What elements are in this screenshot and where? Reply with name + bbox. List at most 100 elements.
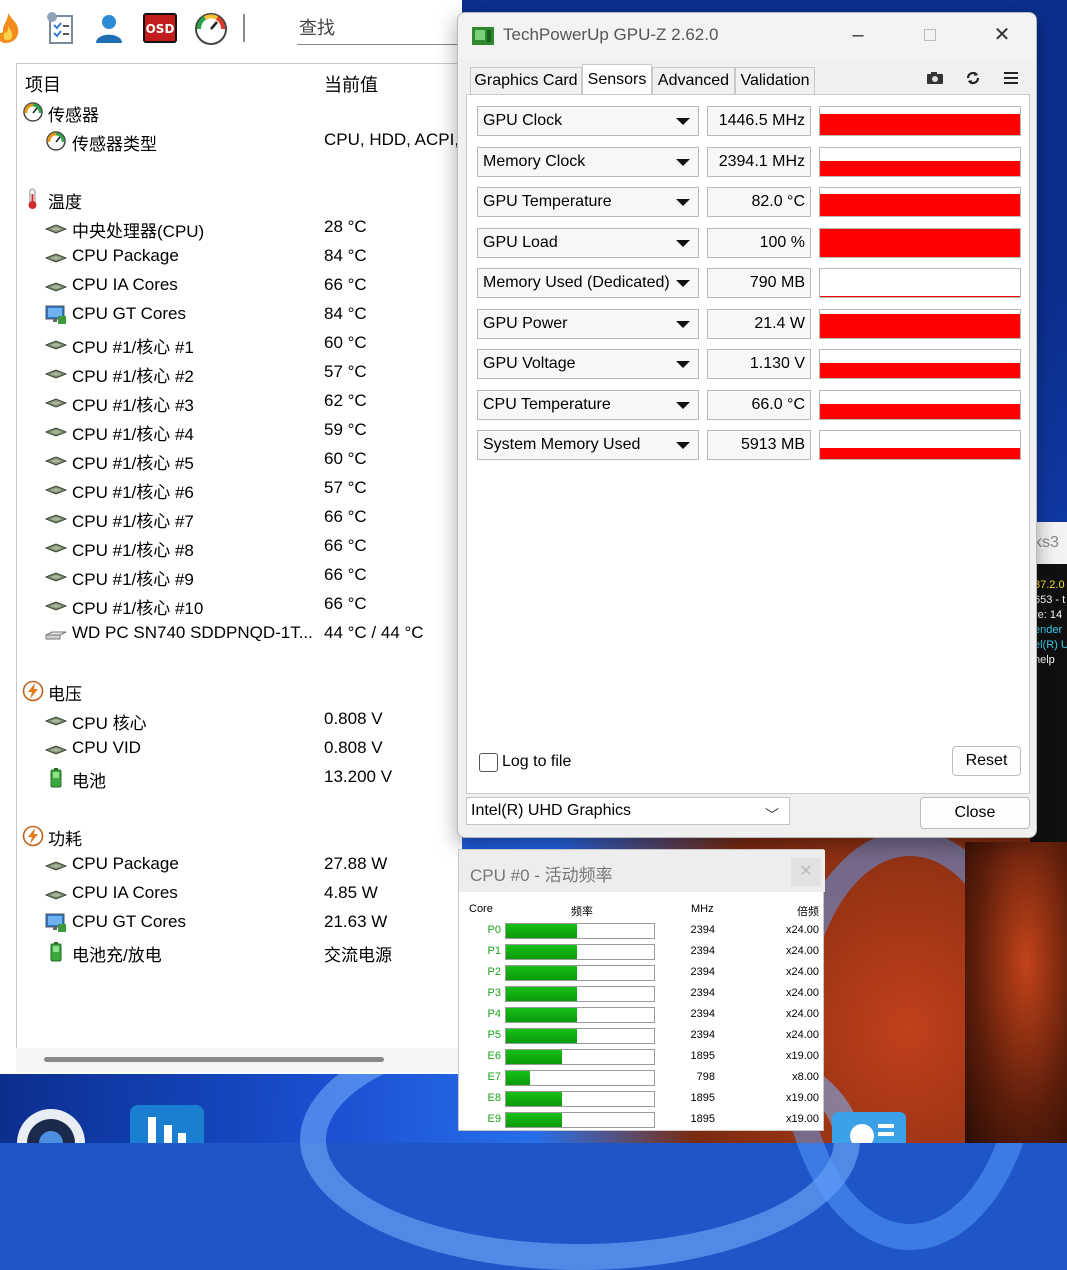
tree-item-value: 66 °C [324, 507, 367, 526]
tree-item[interactable]: CPU Package 27.88 W [17, 850, 462, 879]
tree-item-value: 13.200 V [324, 767, 393, 786]
tree-item[interactable]: CPU GT Cores 84 °C [17, 300, 462, 329]
tab-advanced[interactable]: Advanced [652, 67, 735, 95]
sensor-graph [819, 146, 1021, 177]
tree-item[interactable]: WD PC SN740 SDDPNQD-1T... 44 °C / 44 °C [17, 619, 462, 648]
monitor-icon [45, 304, 67, 326]
sensor-name-dropdown[interactable]: GPU Voltage [477, 349, 699, 379]
core-multiplier: x24.00 [785, 924, 819, 936]
tree-category[interactable]: 温度 [17, 184, 462, 213]
close-icon[interactable]: ✕ [791, 858, 821, 886]
tree-item-label: CPU GT Cores [72, 912, 186, 931]
cpu-frequency-titlebar[interactable]: CPU #0 - 活动频率 ✕ [459, 850, 825, 892]
tree-item[interactable]: 中央处理器(CPU) 28 °C [17, 213, 462, 242]
tree-item[interactable]: CPU #1/核心 #8 66 °C [17, 532, 462, 561]
tree-item[interactable]: CPU #1/核心 #9 66 °C [17, 561, 462, 590]
tree-item-label: CPU #1/核心 #8 [72, 541, 194, 560]
tree-item[interactable]: CPU #1/核心 #2 57 °C [17, 358, 462, 387]
sensor-name-dropdown[interactable]: System Memory Used [477, 430, 699, 460]
tree-item[interactable]: CPU IA Cores 4.85 W [17, 879, 462, 908]
maximize-button[interactable] [910, 21, 950, 51]
sensor-graph-fill [820, 228, 1020, 257]
tree-item[interactable]: CPU #1/核心 #7 66 °C [17, 503, 462, 532]
tree-category[interactable]: 传感器 [17, 97, 462, 126]
checklist-icon[interactable] [42, 10, 78, 46]
tree-item[interactable]: CPU 核心 0.808 V [17, 705, 462, 734]
cpu-chip-icon [44, 709, 68, 731]
tree-item-label: CPU #1/核心 #10 [72, 599, 204, 618]
osd-icon[interactable]: OSD [142, 10, 178, 46]
core-mhz: 2394 [690, 1029, 715, 1041]
horizontal-scrollbar[interactable] [16, 1048, 462, 1072]
sensor-name-dropdown[interactable]: Memory Clock [477, 146, 699, 177]
sensor-value: 2394.1 MHz [707, 146, 811, 177]
scrollbar-thumb[interactable] [44, 1057, 384, 1062]
sensor-tree[interactable]: 项目 当前值 传感器 传感器类型 CPU, HDD, ACPI, 温度 中央处理器(CP… [16, 63, 462, 1048]
tree-item[interactable]: CPU GT Cores 21.63 W [17, 908, 462, 937]
column-header-value[interactable]: 当前值 [324, 71, 378, 97]
minimize-button[interactable]: – [838, 21, 878, 51]
sensor-name-dropdown[interactable]: GPU Temperature [477, 187, 699, 217]
sensor-graph [819, 227, 1021, 258]
log-to-file-checkbox[interactable] [479, 753, 498, 772]
speedometer-icon[interactable] [193, 10, 229, 46]
tree-item[interactable]: 电池 13.200 V [17, 763, 462, 792]
cpu-chip-icon [44, 449, 68, 471]
flame-icon[interactable] [0, 10, 26, 46]
tree-item[interactable]: CPU #1/核心 #4 59 °C [17, 416, 462, 445]
sensor-row: GPU Load 100 % [477, 227, 1021, 258]
sensor-graph [819, 268, 1021, 298]
sensor-name-dropdown[interactable]: GPU Clock [477, 106, 699, 136]
core-row: P5 2394 x24.00 [459, 1026, 825, 1046]
core-frequency-fill [506, 1092, 563, 1106]
refresh-icon[interactable] [960, 67, 986, 89]
tree-item[interactable]: CPU #1/核心 #6 57 °C [17, 474, 462, 503]
gpu-select-dropdown[interactable]: Intel(R) UHD Graphics ﹀ [466, 797, 790, 825]
sensor-value: 100 % [707, 227, 811, 258]
chevron-down-icon: ﹀ [765, 807, 779, 823]
tree-item[interactable]: 电池充/放电 交流电源 [17, 937, 462, 966]
tree-item[interactable]: 传感器类型 CPU, HDD, ACPI, [17, 126, 462, 155]
sensor-name: GPU Clock [483, 112, 563, 129]
core-label: E7 [487, 1071, 501, 1083]
tree-item-value: 66 °C [324, 565, 367, 584]
sensor-name-dropdown[interactable]: Memory Used (Dedicated) [477, 268, 699, 298]
cpu-chip-icon [44, 565, 68, 587]
tree-item[interactable]: CPU Package 84 °C [17, 242, 462, 271]
tree-item-value: 59 °C [324, 420, 367, 439]
column-header-item[interactable]: 项目 [25, 71, 61, 97]
tree-item[interactable]: CPU #1/核心 #1 60 °C [17, 329, 462, 358]
tree-item-label: CPU Package [72, 854, 179, 873]
sensor-name-dropdown[interactable]: GPU Power [477, 308, 699, 339]
tree-item[interactable]: CPU #1/核心 #10 66 °C [17, 590, 462, 619]
tree-item[interactable]: CPU VID 0.808 V [17, 734, 462, 763]
reset-button[interactable]: Reset [952, 746, 1021, 776]
sensor-name-dropdown[interactable]: CPU Temperature [477, 389, 699, 420]
gpuz-window: TechPowerUp GPU-Z 2.62.0 – ✕ Graphics Ca… [457, 12, 1037, 838]
core-row: P4 2394 x24.00 [459, 1005, 825, 1025]
tree-item[interactable]: CPU IA Cores 66 °C [17, 271, 462, 300]
cinebench-icon[interactable] [15, 1105, 87, 1143]
close-window-button[interactable]: ✕ [982, 21, 1022, 51]
close-button[interactable]: Close [920, 797, 1030, 829]
network-app-icon[interactable] [832, 1112, 906, 1143]
core-multiplier: x24.00 [785, 1008, 819, 1020]
gpuz-titlebar[interactable]: TechPowerUp GPU-Z 2.62.0 – ✕ [458, 13, 1036, 59]
sensor-name-dropdown[interactable]: GPU Load [477, 227, 699, 258]
tree-item[interactable]: CPU #1/核心 #5 60 °C [17, 445, 462, 474]
camera-icon[interactable] [922, 67, 948, 89]
core-frequency-fill [506, 1050, 563, 1064]
tab-validation[interactable]: Validation [735, 67, 815, 95]
background-game-window[interactable] [965, 842, 1067, 1143]
cpu-chip-icon [44, 420, 68, 442]
tree-category[interactable]: 电压 [17, 676, 462, 705]
tree-item[interactable]: CPU #1/核心 #3 62 °C [17, 387, 462, 416]
tree-category[interactable]: 功耗 [17, 821, 462, 850]
menu-icon[interactable] [998, 67, 1024, 89]
user-icon[interactable] [91, 10, 127, 46]
core-row: P0 2394 x24.00 [459, 921, 825, 941]
search-input[interactable]: 查找 [297, 13, 467, 45]
tab-sensors[interactable]: Sensors [582, 64, 652, 95]
tab-graphics-card[interactable]: Graphics Card [470, 67, 582, 95]
app-logo-icon[interactable] [130, 1105, 204, 1143]
